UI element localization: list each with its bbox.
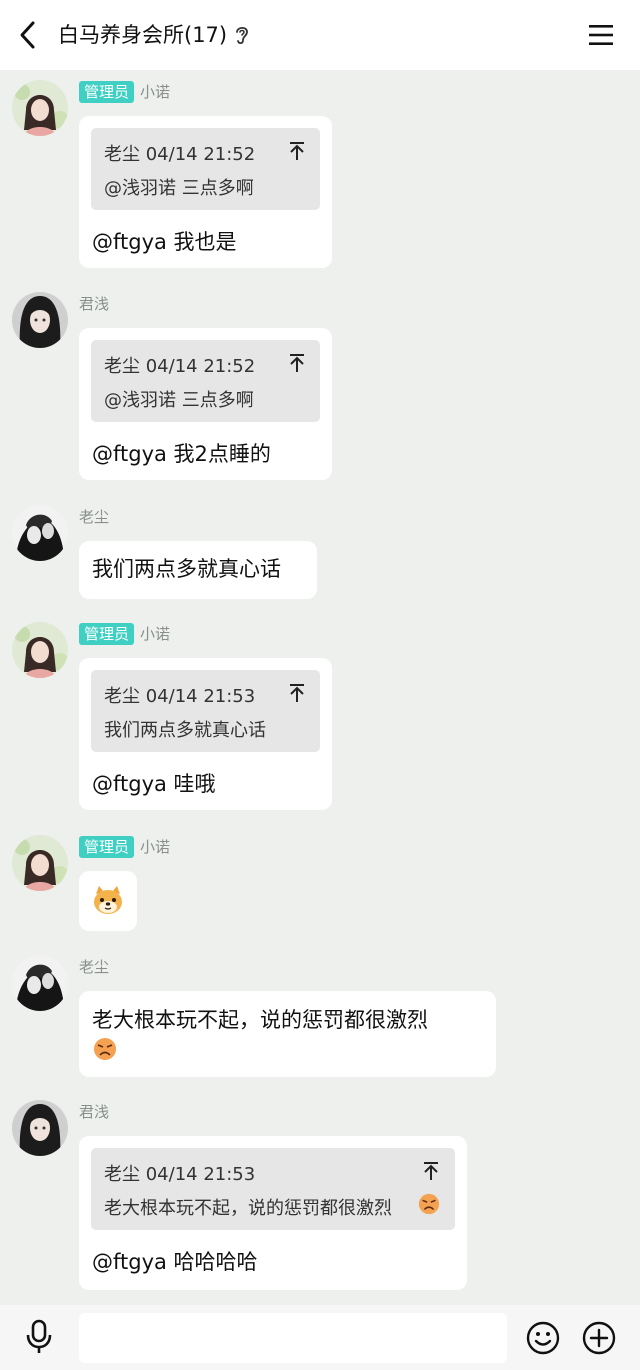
message-text: 老大根本玩不起，说的惩罚都很激烈 (92, 1008, 428, 1032)
message-item: 老尘 我们两点多就真心话 (0, 505, 640, 600)
message-input[interactable] (79, 1313, 507, 1363)
avatar[interactable] (12, 80, 68, 136)
sender-name: 君浅 (79, 1103, 110, 1121)
quote-text: @浅羽诺 三点多啊 (104, 178, 254, 199)
emoji-button[interactable] (526, 1321, 560, 1355)
sender-name: 老尘 (79, 508, 110, 526)
sender-name: 小诺 (140, 83, 171, 101)
admin-badge: 管理员 (79, 836, 135, 858)
avatar[interactable] (12, 955, 68, 1011)
sender-name: 老尘 (79, 958, 110, 976)
hamburger-menu-icon (589, 25, 613, 45)
admin-badge: 管理员 (79, 623, 135, 645)
ear-icon (236, 26, 248, 45)
quoted-message[interactable]: 老尘 04/14 21:53 我们两点多就真心话 (91, 670, 320, 752)
avatar[interactable] (12, 835, 68, 891)
message-item: 君浅 老尘 04/14 21:52 @浅羽诺 三点多啊 @ftgya 我2点睡的 (0, 292, 640, 482)
chevron-left-icon (20, 21, 35, 49)
voice-button[interactable] (24, 1319, 54, 1355)
quote-text: @浅羽诺 三点多啊 (104, 390, 254, 411)
avatar[interactable] (12, 292, 68, 348)
quote-header: 老尘 04/14 21:52 (104, 144, 256, 165)
chat-title: 白马养身会所(17) (58, 23, 228, 47)
message-text: @ftgya 我2点睡的 (92, 442, 271, 466)
quote-text: 老大根本玩不起，说的惩罚都很激烈 (104, 1198, 392, 1219)
avatar[interactable] (12, 505, 68, 561)
message-bubble[interactable] (79, 871, 137, 931)
menu-button[interactable] (585, 20, 617, 50)
message-item: 管理员 小诺 老尘 04/14 21:52 @浅羽诺 三点多啊 @ftgya 我… (0, 80, 640, 270)
message-bubble[interactable]: 老尘 04/14 21:52 @浅羽诺 三点多啊 @ftgya 我2点睡的 (79, 328, 332, 480)
more-button[interactable] (582, 1321, 616, 1355)
quote-header: 老尘 04/14 21:52 (104, 356, 256, 377)
message-item: 管理员 小诺 (0, 835, 640, 935)
message-bubble[interactable]: 我们两点多就真心话 (79, 541, 317, 599)
arrow-up-icon (290, 684, 304, 702)
quoted-message[interactable]: 老尘 04/14 21:52 @浅羽诺 三点多啊 (91, 128, 320, 210)
back-button[interactable] (14, 20, 42, 50)
message-item: 老尘 老大根本玩不起，说的惩罚都很激烈 (0, 955, 640, 1080)
arrow-up-icon (290, 354, 304, 372)
microphone-icon (26, 1319, 52, 1353)
message-text: 我们两点多就真心话 (92, 557, 281, 581)
quote-header: 老尘 04/14 21:53 (104, 1164, 256, 1185)
admin-badge: 管理员 (79, 81, 135, 103)
arrow-up-icon (424, 1162, 438, 1180)
input-bar (0, 1305, 640, 1370)
smiley-icon (526, 1321, 560, 1355)
sender-name: 君浅 (79, 295, 110, 313)
message-bubble[interactable]: 老尘 04/14 21:52 @浅羽诺 三点多啊 @ftgya 我也是 (79, 116, 332, 268)
angry-face-emoji (94, 1038, 116, 1060)
message-item: 君浅 老尘 04/14 21:53 老大根本玩不起，说的惩罚都很激烈 @ftgy… (0, 1100, 640, 1292)
message-bubble[interactable]: 老大根本玩不起，说的惩罚都很激烈 (79, 991, 496, 1077)
quoted-message[interactable]: 老尘 04/14 21:53 老大根本玩不起，说的惩罚都很激烈 (91, 1148, 455, 1230)
message-text: @ftgya 哈哈哈哈 (92, 1250, 258, 1274)
sender-name: 小诺 (140, 625, 171, 643)
angry-face-emoji (418, 1193, 440, 1215)
quote-header: 老尘 04/14 21:53 (104, 686, 256, 707)
sender-name: 小诺 (140, 838, 171, 856)
message-bubble[interactable]: 老尘 04/14 21:53 我们两点多就真心话 @ftgya 哇哦 (79, 658, 332, 810)
message-text: @ftgya 我也是 (92, 230, 237, 254)
avatar[interactable] (12, 622, 68, 678)
message-bubble[interactable]: 老尘 04/14 21:53 老大根本玩不起，说的惩罚都很激烈 @ftgya 哈… (79, 1136, 467, 1290)
plus-circle-icon (582, 1321, 616, 1355)
quoted-message[interactable]: 老尘 04/14 21:52 @浅羽诺 三点多啊 (91, 340, 320, 422)
quote-text: 我们两点多就真心话 (104, 720, 266, 741)
arrow-up-icon (290, 142, 304, 160)
message-item: 管理员 小诺 老尘 04/14 21:53 我们两点多就真心话 @ftgya 哇… (0, 622, 640, 812)
message-text: @ftgya 哇哦 (92, 772, 216, 796)
chat-header: 白马养身会所(17) (0, 0, 640, 70)
avatar[interactable] (12, 1100, 68, 1156)
dog-face-sticker (94, 886, 122, 914)
